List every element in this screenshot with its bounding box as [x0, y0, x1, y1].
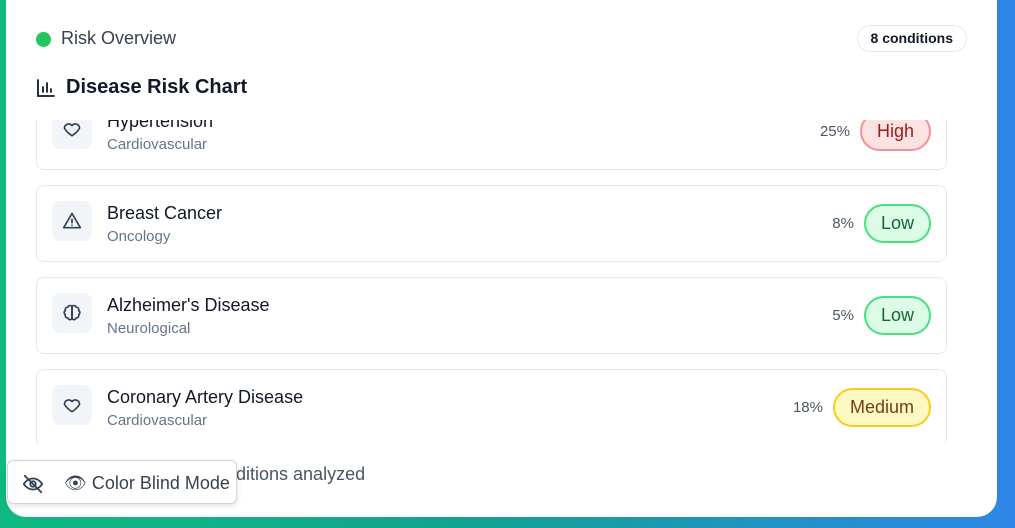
risk-percent: 18% — [792, 399, 823, 416]
heart-icon — [52, 385, 92, 425]
risk-percent: 25% — [819, 123, 850, 140]
bar-chart-icon — [36, 78, 56, 98]
condition-item[interactable]: Coronary Artery Disease Cardiovascular 1… — [36, 369, 947, 443]
conditions-count-badge: 8 conditions — [856, 25, 967, 52]
brain-icon — [52, 293, 92, 333]
condition-name: Alzheimer's Disease — [107, 295, 270, 315]
color-blind-mode-label: 👁 Color Blind Mode — [64, 473, 230, 493]
condition-item[interactable]: Breast Cancer Oncology 8% Low — [36, 185, 947, 262]
risk-level-badge: Medium — [832, 388, 931, 427]
eye-off-icon — [22, 473, 44, 495]
condition-category: Cardiovascular — [107, 136, 208, 153]
heart-icon — [52, 120, 92, 149]
risk-percent: 8% — [832, 215, 854, 232]
condition-category: Cardiovascular — [107, 412, 208, 429]
risk-overview-header: Risk Overview 8 conditions — [36, 25, 967, 53]
condition-name: Hypertension — [107, 120, 214, 131]
condition-name: Breast Cancer — [107, 203, 223, 223]
condition-name: Coronary Artery Disease — [107, 387, 304, 407]
color-blind-mode-button[interactable]: 👁 Color Blind Mode — [7, 460, 237, 504]
risk-level-badge: High — [859, 120, 931, 151]
risk-level-badge: Low — [863, 204, 931, 243]
risk-percent: 5% — [832, 307, 854, 324]
status-dot — [36, 32, 51, 47]
condition-item[interactable]: Alzheimer's Disease Neurological 5% Low — [36, 277, 947, 354]
condition-category: Neurological — [107, 320, 191, 337]
conditions-list[interactable]: Hypertension Cardiovascular 25% High Bre… — [0, 120, 1015, 443]
risk-level-badge: Low — [863, 296, 931, 335]
warning-triangle-icon — [52, 201, 92, 241]
overview-label: Risk Overview — [61, 28, 177, 48]
conditions-summary: ditions analyzed — [236, 464, 366, 484]
condition-category: Oncology — [107, 228, 171, 245]
chart-title: Disease Risk Chart — [66, 76, 248, 98]
condition-item[interactable]: Hypertension Cardiovascular 25% High — [36, 120, 947, 170]
